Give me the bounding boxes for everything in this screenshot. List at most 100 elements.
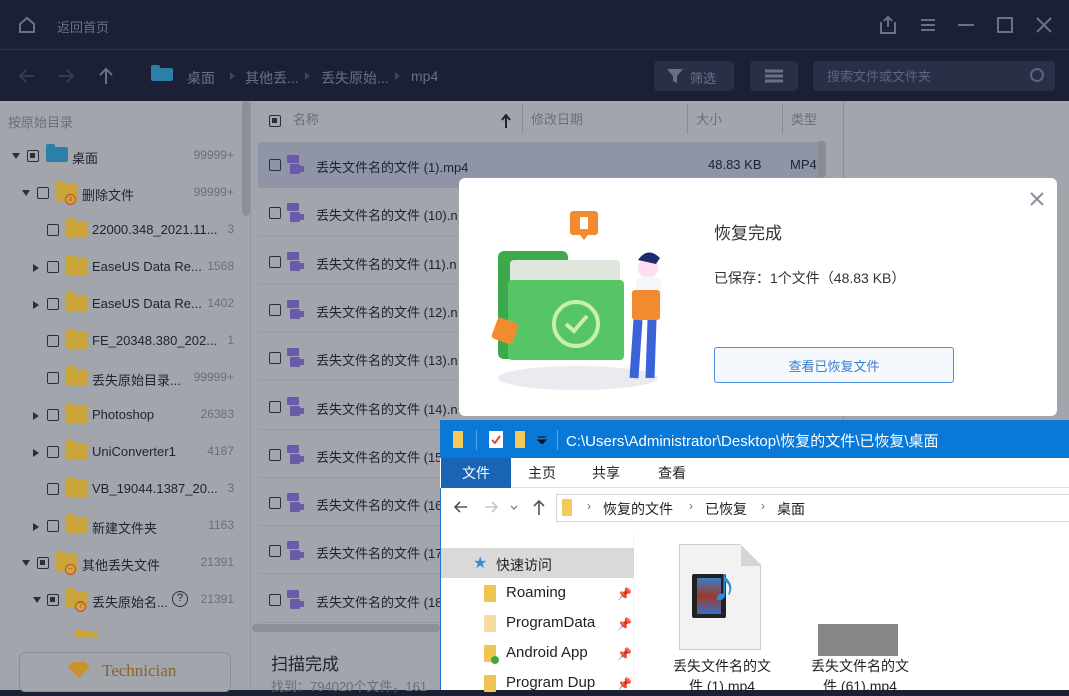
- sidebar-scrollbar[interactable]: [242, 101, 250, 216]
- address-part-recovered-files[interactable]: 恢复的文件: [603, 499, 673, 519]
- expand-expand-icon[interactable]: [33, 264, 39, 272]
- maximize-icon[interactable]: [994, 14, 1016, 36]
- tab-view[interactable]: 查看: [650, 458, 694, 488]
- customize-dropdown-icon[interactable]: [537, 436, 547, 444]
- file-name-line1[interactable]: 丢失文件名的文: [800, 656, 920, 676]
- close-icon[interactable]: [1033, 14, 1055, 36]
- tree-item[interactable]: 22000.348_2021.11... 3: [0, 218, 240, 243]
- column-modified[interactable]: 修改日期: [531, 109, 583, 128]
- tree-checkbox[interactable]: [47, 298, 59, 310]
- file-checkbox[interactable]: [269, 255, 281, 268]
- tree-checkbox[interactable]: [47, 224, 59, 236]
- tree-checkbox[interactable]: [37, 557, 49, 569]
- nav-item-programdata[interactable]: ProgramData: [506, 614, 595, 631]
- home-icon[interactable]: [18, 16, 36, 34]
- view-menu-button[interactable]: [750, 61, 798, 91]
- tree-item[interactable]: − 其他丢失文件 21391: [0, 551, 240, 576]
- tree-checkbox[interactable]: [47, 335, 59, 347]
- tree-checkbox[interactable]: [27, 150, 39, 162]
- expand-expand-icon[interactable]: [33, 301, 39, 309]
- expand-collapse-icon[interactable]: [22, 190, 30, 196]
- breadcrumb-other-lost[interactable]: 其他丢...: [245, 68, 299, 88]
- tree-item[interactable]: 丢失原始目录... 99999+: [0, 366, 240, 391]
- file-checkbox[interactable]: [269, 303, 281, 316]
- tree-item[interactable]: x 删除文件 99999+: [0, 181, 240, 206]
- search-icon[interactable]: [1030, 68, 1044, 82]
- properties-icon[interactable]: [489, 431, 503, 448]
- file-name-line2[interactable]: 件 (1).mp4: [662, 676, 782, 696]
- column-size[interactable]: 大小: [696, 109, 722, 128]
- tree-item[interactable]: 桌面 99999+: [0, 144, 240, 169]
- file-checkbox[interactable]: [269, 159, 281, 171]
- file-checkbox[interactable]: [269, 497, 281, 510]
- sort-up-icon[interactable]: [501, 114, 511, 128]
- pin-icon[interactable]: 📌: [617, 587, 632, 601]
- tree-item[interactable]: ? 丢失原始名...? 21391: [0, 588, 240, 613]
- tree-item[interactable]: 新建文件夹 1163: [0, 514, 240, 539]
- tree-item-partial[interactable]: [56, 629, 236, 637]
- select-all-checkbox[interactable]: [269, 115, 281, 127]
- pin-icon[interactable]: 📌: [617, 677, 632, 691]
- view-recovered-files-button[interactable]: 查看已恢复文件: [714, 347, 954, 383]
- nav-item-roaming[interactable]: Roaming: [506, 584, 566, 601]
- new-folder-icon[interactable]: [515, 431, 525, 448]
- tree-item[interactable]: FE_20348.380_202... 1: [0, 329, 240, 354]
- breadcrumb-desktop[interactable]: 桌面: [187, 68, 215, 88]
- breadcrumb-lost-original[interactable]: 丢失原始...: [321, 68, 389, 88]
- explorer-forward-icon[interactable]: [482, 497, 500, 517]
- tree-checkbox[interactable]: [47, 409, 59, 421]
- minimize-icon[interactable]: [955, 14, 977, 36]
- explorer-back-icon[interactable]: [452, 497, 470, 517]
- file-name-line1[interactable]: 丢失文件名的文: [662, 656, 782, 676]
- tree-item[interactable]: EaseUS Data Re... 1568: [0, 255, 240, 280]
- tree-checkbox[interactable]: [47, 261, 59, 273]
- tree-checkbox[interactable]: [47, 594, 59, 606]
- tree-checkbox[interactable]: [37, 187, 49, 199]
- tree-checkbox[interactable]: [47, 520, 59, 532]
- file-checkbox[interactable]: [269, 400, 281, 413]
- expand-collapse-icon[interactable]: [33, 597, 41, 603]
- tree-item[interactable]: Photoshop 26383: [0, 403, 240, 428]
- recent-dropdown-icon[interactable]: [509, 497, 519, 517]
- dialog-close-icon[interactable]: [1027, 189, 1047, 209]
- file-checkbox[interactable]: [269, 207, 281, 220]
- file-thumbnail[interactable]: [818, 624, 898, 656]
- up-arrow-icon[interactable]: [96, 66, 116, 86]
- filelist-scrollbar[interactable]: [818, 141, 826, 177]
- nav-item-android-app[interactable]: Android App: [506, 644, 588, 661]
- explorer-up-icon[interactable]: [530, 497, 548, 517]
- file-checkbox[interactable]: [269, 448, 281, 461]
- column-type[interactable]: 类型: [791, 109, 817, 128]
- pin-icon[interactable]: 📌: [617, 647, 632, 661]
- expand-expand-icon[interactable]: [33, 412, 39, 420]
- breadcrumb-mp4[interactable]: mp4: [411, 68, 438, 84]
- column-name[interactable]: 名称: [293, 109, 319, 128]
- file-name-line2[interactable]: 件 (61).mp4: [800, 676, 920, 696]
- nav-item-program-dup[interactable]: Program Dup: [506, 674, 595, 691]
- expand-collapse-icon[interactable]: [12, 153, 20, 159]
- back-arrow-icon[interactable]: [17, 66, 37, 86]
- tree-item[interactable]: EaseUS Data Re... 1402: [0, 292, 240, 317]
- expand-expand-icon[interactable]: [33, 449, 39, 457]
- tree-checkbox[interactable]: [47, 372, 59, 384]
- address-part-desktop[interactable]: 桌面: [777, 499, 805, 519]
- column-divider[interactable]: [522, 104, 523, 134]
- tab-file[interactable]: 文件: [441, 458, 511, 488]
- column-divider[interactable]: [782, 104, 783, 134]
- pin-icon[interactable]: 📌: [617, 617, 632, 631]
- expand-expand-icon[interactable]: [33, 523, 39, 531]
- help-icon[interactable]: ?: [172, 591, 188, 607]
- tree-item[interactable]: VB_19044.1387_20... 3: [0, 477, 240, 502]
- address-part-recovered[interactable]: 已恢复: [705, 499, 747, 519]
- tree-checkbox[interactable]: [47, 446, 59, 458]
- share-icon[interactable]: [877, 14, 899, 36]
- back-home-link[interactable]: 返回首页: [57, 17, 109, 36]
- file-checkbox[interactable]: [269, 593, 281, 606]
- horizontal-scrollbar[interactable]: [252, 624, 440, 632]
- column-divider[interactable]: [687, 104, 688, 134]
- file-checkbox[interactable]: [269, 352, 281, 365]
- tree-checkbox[interactable]: [47, 483, 59, 495]
- menu-icon[interactable]: [917, 14, 939, 36]
- tab-home[interactable]: 主页: [520, 458, 564, 488]
- search-input[interactable]: [813, 61, 1055, 91]
